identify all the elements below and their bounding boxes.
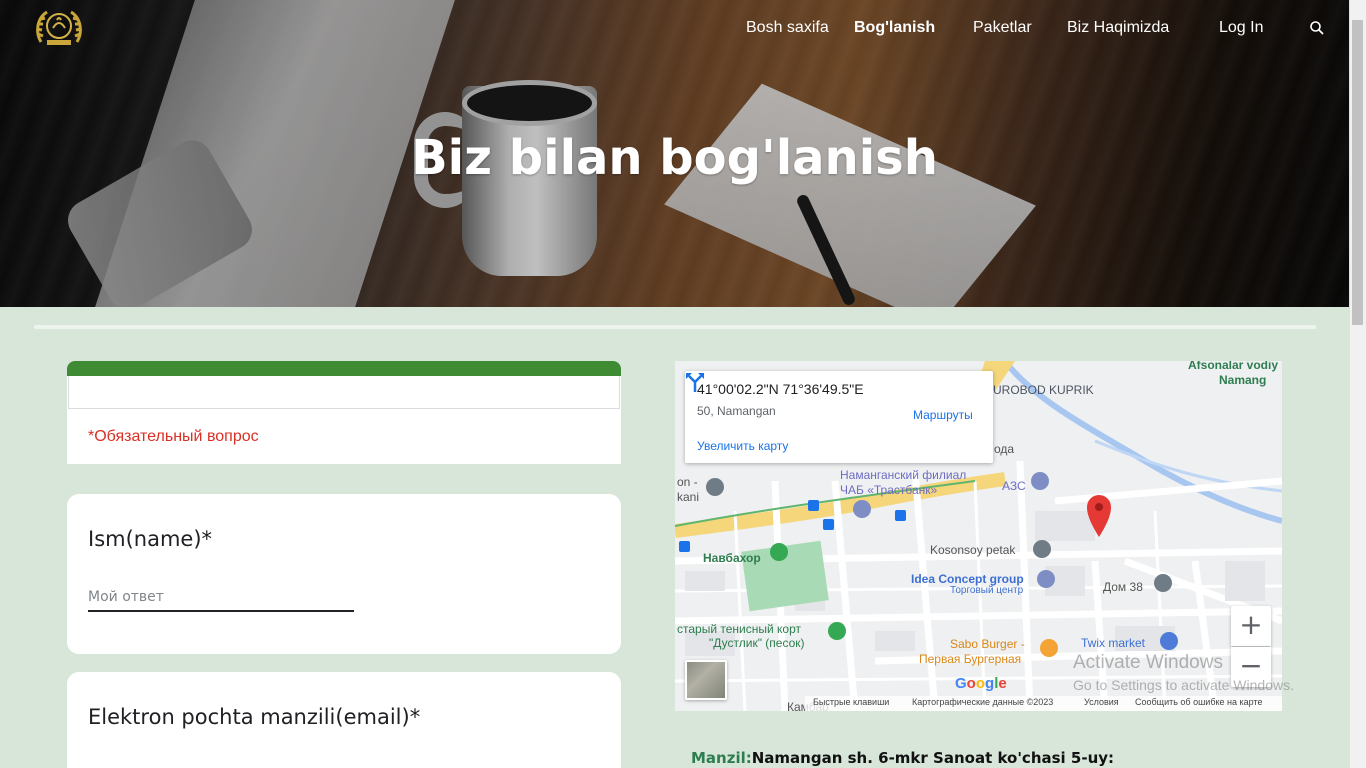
map-label: Торговый центр <box>950 585 1024 596</box>
logo[interactable] <box>33 6 85 50</box>
map-label: on - <box>677 475 698 489</box>
terms-link[interactable]: Условия <box>1084 697 1119 707</box>
form-title-area <box>68 376 620 409</box>
name-input[interactable] <box>88 588 354 612</box>
keyboard-shortcuts-link[interactable]: Быстрые клавиши <box>813 697 889 707</box>
map-label: Idea Concept group <box>911 572 1024 586</box>
activate-windows-subtitle: Go to Settings to activate Windows. <box>1073 677 1294 693</box>
nav-item-login[interactable]: Log In <box>1219 19 1263 37</box>
satellite-toggle[interactable] <box>685 660 727 700</box>
report-error-link[interactable]: Сообщить об ошибке на карте <box>1135 697 1262 707</box>
form-accent-bar <box>67 361 621 376</box>
form-header-card <box>67 361 621 464</box>
zoom-in-button[interactable]: + <box>1231 606 1271 646</box>
map-data-notice: Картографические данные ©2023 <box>912 697 1054 707</box>
map-info-card: 41°00'02.2"N 71°36'49.5"E 50, Namangan У… <box>685 371 993 463</box>
directions-icon[interactable] <box>685 371 705 393</box>
map-coordinates: 41°00'02.2"N 71°36'49.5"E <box>697 381 864 397</box>
question-title: Ism(name)* <box>88 527 213 551</box>
map-label: Twix market <box>1081 636 1146 650</box>
contact-address: Manzil:Namangan sh. 6-mkr Sanoat ko'chas… <box>691 749 1114 767</box>
required-note: *Обязательный вопрос <box>88 428 259 445</box>
nav-item-packages[interactable]: Paketlar <box>973 19 1032 37</box>
map-label: ЧАБ «Трастбанк» <box>840 483 938 497</box>
map-label: "Дустлик" (песок) <box>709 636 805 650</box>
address-label: Manzil: <box>691 749 752 767</box>
map-label: Kosonsoy petak <box>930 543 1016 557</box>
nav-item-about[interactable]: Biz Haqimizda <box>1067 19 1169 37</box>
divider <box>34 325 1316 329</box>
question-card-email: Elektron pochta manzili(email)* <box>67 672 621 768</box>
map-label: Namang <box>1219 373 1267 387</box>
question-title: Elektron pochta manzili(email)* <box>88 705 421 729</box>
map-label: АЗС <box>1002 479 1026 493</box>
map-label: Sabo Burger - <box>950 637 1025 651</box>
map-address: 50, Namangan <box>697 404 776 418</box>
google-logo: Google <box>955 675 1007 692</box>
map-label: ода <box>994 442 1015 456</box>
address-value: Namangan sh. 6-mkr Sanoat ko'chasi 5-uy: <box>751 749 1115 767</box>
search-icon[interactable] <box>1309 20 1325 36</box>
map-footer: Быстрые клавиши Картографические данные … <box>805 696 1282 711</box>
map-label: Навбахор <box>703 551 761 565</box>
activate-windows-title: Activate Windows <box>1073 652 1223 673</box>
scrollbar-thumb[interactable] <box>1352 20 1363 325</box>
question-card-name: Ism(name)* <box>67 494 621 654</box>
map-label: UROBOD KUPRIK <box>993 383 1094 397</box>
map-label: Наманганский филиал <box>840 468 967 482</box>
map-label: kani <box>677 490 700 504</box>
page-title: Biz bilan bog'lanish <box>411 130 938 186</box>
map-label: Afsonalar vodiy <box>1188 361 1279 372</box>
directions-link[interactable]: Маршруты <box>913 408 973 422</box>
nav-item-home[interactable]: Bosh saxifa <box>746 19 829 37</box>
map-label: Дом 38 <box>1103 580 1143 594</box>
map-label: старый тенисный корт <box>677 622 801 636</box>
map-label: Первая Бургерная <box>919 652 1022 666</box>
enlarge-map-link[interactable]: Увеличить карту <box>697 439 788 453</box>
nav-item-contact[interactable]: Bog'lanish <box>854 19 935 37</box>
